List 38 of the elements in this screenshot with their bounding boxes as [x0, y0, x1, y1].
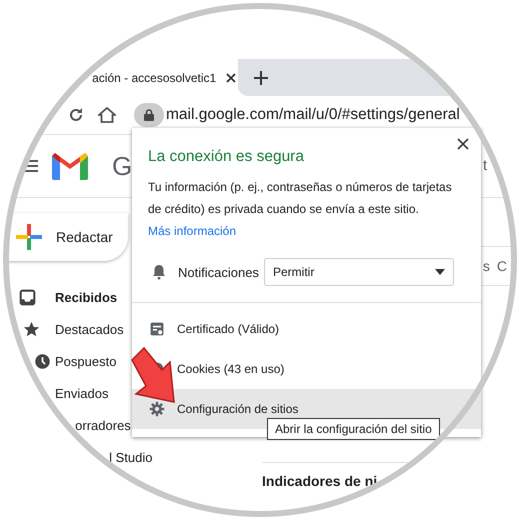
nav-item[interactable]: Recibidos	[55, 290, 118, 304]
clock-icon	[34, 352, 52, 370]
compose-button[interactable]: Redactar	[6, 213, 128, 261]
tab-title[interactable]: ación - accesosolvetic1	[92, 70, 216, 84]
reload-icon[interactable]	[68, 107, 84, 123]
lock-icon	[144, 109, 154, 121]
popup-description: Tu información (p. ej., contraseñas o números de tarjetas de crédito) es privada cuando se envía a este sitio. Más información	[148, 179, 453, 240]
bell-icon	[152, 264, 166, 280]
site-info-item[interactable]: Certificado (Válido)	[132, 309, 481, 349]
mail-logo-icon[interactable]	[52, 152, 88, 180]
app-name: G	[112, 150, 132, 182]
more-info-link[interactable]: Más información	[148, 224, 236, 238]
permission-dropdown[interactable]: Permitir	[264, 258, 454, 286]
inbox-icon	[19, 288, 36, 306]
plus-icon	[16, 224, 42, 250]
close-button[interactable]	[455, 136, 471, 152]
star-icon	[22, 320, 40, 338]
home-icon[interactable]	[98, 107, 116, 123]
address-bar[interactable]: mail.google.com/mail/u/0/#settings/general	[166, 106, 460, 124]
nav-item[interactable]: l Studio	[109, 450, 152, 464]
nav-item[interactable]: Enviados	[55, 386, 108, 400]
close-icon[interactable]	[226, 72, 236, 82]
nav-item[interactable]: Pospuesto	[55, 354, 116, 368]
permission-label: Notificaciones	[178, 264, 260, 280]
popup-title: La conexión es segura	[148, 148, 305, 166]
close-icon	[457, 138, 469, 150]
nav-item[interactable]: Destacados	[55, 322, 124, 336]
tooltip: Abrir la configuración del sitio	[267, 418, 440, 440]
settings-tab[interactable]: s	[482, 258, 490, 274]
certificate-icon	[149, 321, 165, 337]
lock-button[interactable]	[134, 103, 164, 127]
plus-icon[interactable]	[254, 70, 268, 84]
nav-item[interactable]: orradores	[75, 418, 131, 432]
settings-tab[interactable]: C	[496, 258, 507, 274]
settings-icon	[149, 401, 165, 417]
pointer-arrow	[130, 346, 178, 406]
header-text: t	[483, 157, 488, 174]
dropdown-caret-icon	[435, 269, 445, 275]
